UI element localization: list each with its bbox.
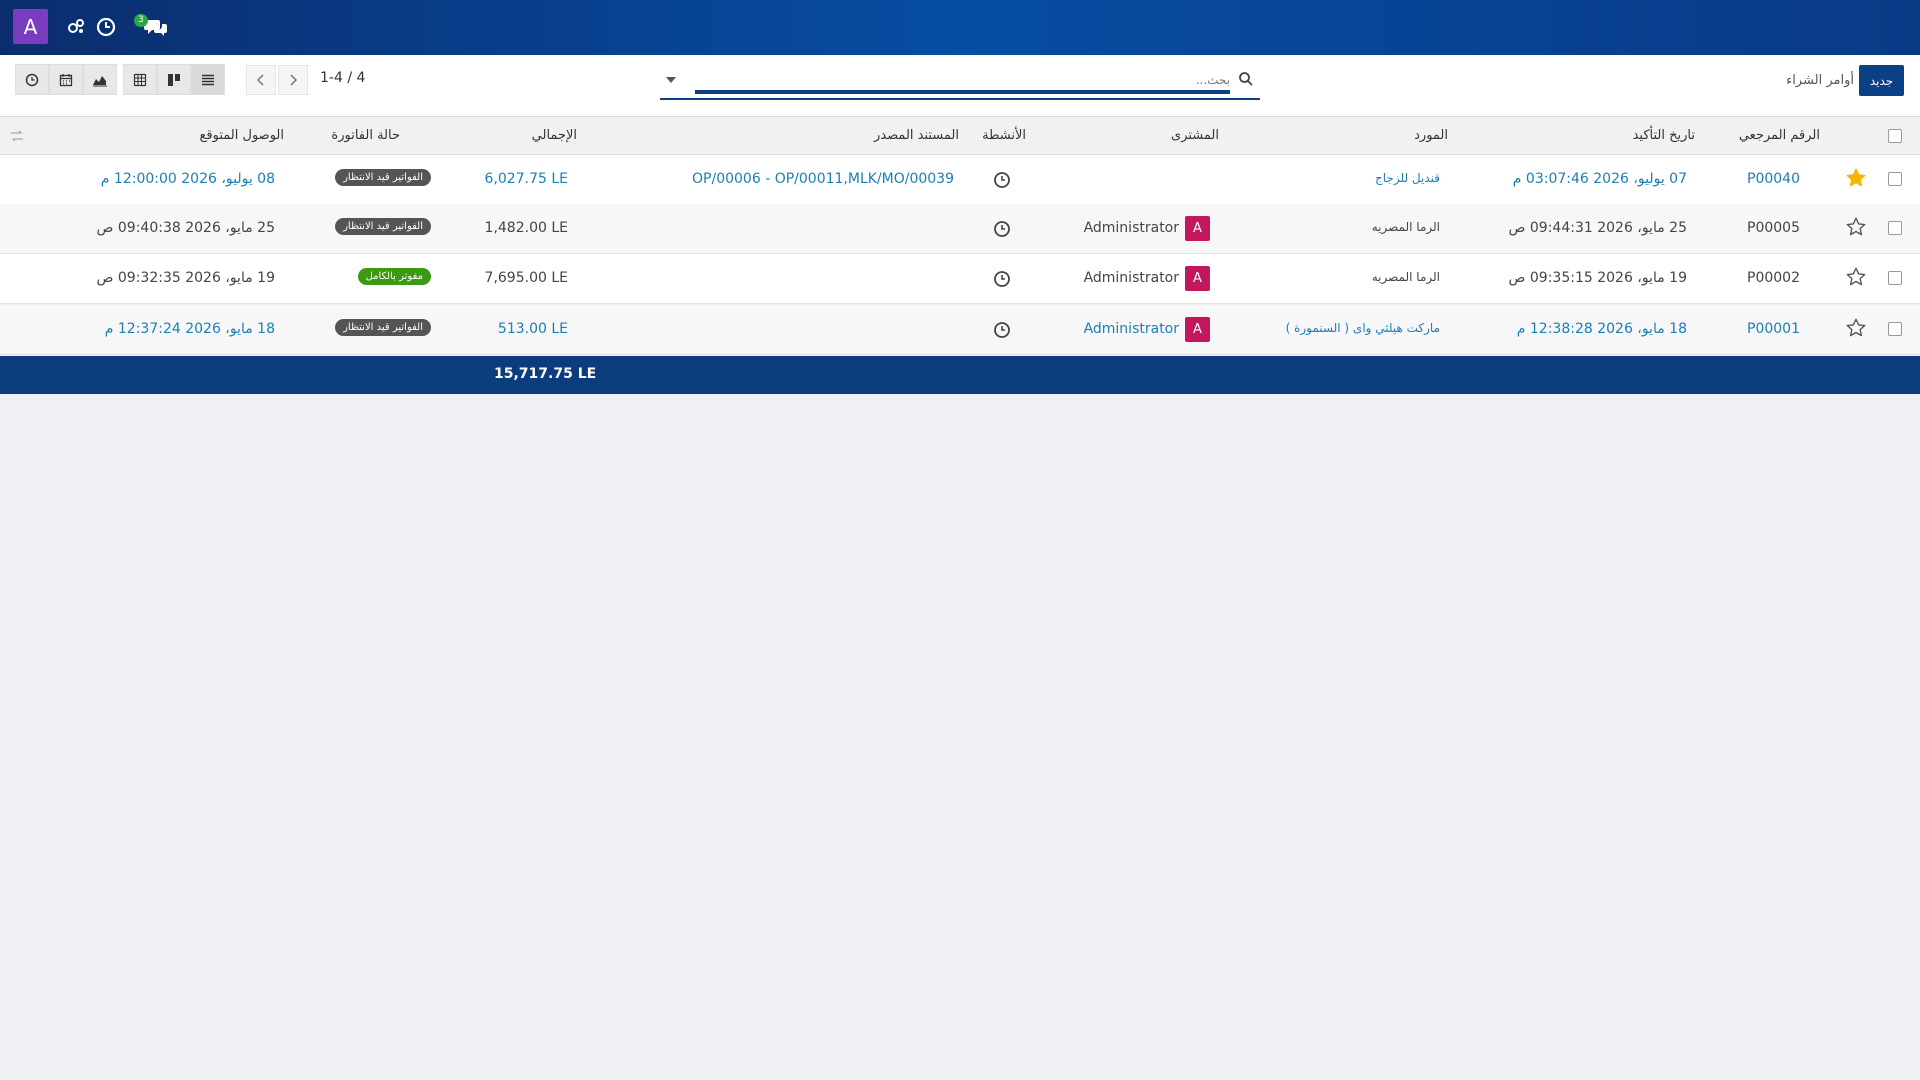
pager-previous-button[interactable]: [246, 65, 276, 95]
invoice-status-badge: مفوتر بالكامل: [357, 268, 431, 285]
row-checkbox[interactable]: [1888, 271, 1902, 285]
row-checkbox[interactable]: [1888, 172, 1902, 186]
row-vendor[interactable]: الرما المصريه: [1372, 220, 1440, 234]
top-navbar: A 3: [0, 0, 1920, 55]
pager-next-button[interactable]: [278, 65, 308, 95]
row-confirm-date: 19 مايو، 2026 09:35:15 ص: [1508, 270, 1687, 286]
star-filled-icon[interactable]: [1845, 167, 1867, 189]
invoice-status-badge: الفواتير قيد الانتظار: [335, 218, 431, 235]
view-activity-button[interactable]: [15, 64, 49, 95]
row-confirm-date: 25 مايو، 2026 09:44:31 ص: [1508, 220, 1687, 236]
star-outline-icon[interactable]: [1845, 266, 1867, 288]
calendar-icon: [59, 73, 73, 86]
search-input[interactable]: [830, 68, 1230, 92]
table-header: الرقم المرجعي تاريخ التأكيد المورد المشت…: [0, 117, 1920, 155]
row-checkbox[interactable]: [1888, 221, 1902, 235]
new-button[interactable]: جديد: [1859, 65, 1904, 96]
footer-total: 15,717.75 LE: [494, 366, 597, 382]
activity-clock-icon[interactable]: [993, 270, 1011, 288]
header-invoice-status[interactable]: حالة الفاتورة: [331, 128, 400, 143]
view-list-button[interactable]: [191, 64, 225, 95]
column-options-icon[interactable]: [10, 129, 24, 143]
row-vendor[interactable]: ماركت هيلثي واى ( السنمورة ): [1286, 321, 1440, 335]
header-buyer[interactable]: المشترى: [1171, 128, 1219, 143]
select-all-checkbox[interactable]: [1888, 129, 1902, 143]
header-ref[interactable]: الرقم المرجعي: [1739, 128, 1820, 143]
search-icon[interactable]: [1238, 71, 1254, 87]
row-total: 1,482.00 LE: [484, 220, 568, 236]
table-row[interactable]: P00040 07 يوليو، 2026 03:07:46 م قنديل للز…: [0, 155, 1920, 205]
row-source-document[interactable]: OP/00006 - OP/00011,MLK/MO/00039: [692, 171, 954, 187]
apps-switch-icon[interactable]: [66, 17, 86, 37]
row-expected-arrival: 19 مايو، 2026 09:32:35 ص: [96, 270, 275, 286]
row-vendor[interactable]: قنديل للزجاج: [1375, 171, 1440, 185]
activity-icon: [25, 73, 39, 86]
header-vendor[interactable]: المورد: [1414, 128, 1448, 143]
table-row[interactable]: P00001 18 مايو، 2026 12:38:28 م ماركت هيلث…: [0, 305, 1920, 355]
header-confirm-date[interactable]: تاريخ التأكيد: [1633, 128, 1695, 143]
view-pivot-button[interactable]: [123, 64, 157, 95]
table-footer: 15,717.75 LE: [0, 356, 1920, 394]
row-checkbox[interactable]: [1888, 322, 1902, 336]
row-confirm-date: 07 يوليو، 2026 03:07:46 م: [1512, 171, 1687, 187]
row-expected-arrival: 25 مايو، 2026 09:40:38 ص: [96, 220, 275, 236]
control-panel: جديد أوامر الشراء 1-4 / 4: [0, 55, 1920, 117]
header-activities[interactable]: الأنشطة: [982, 128, 1026, 143]
row-total: 513.00 LE: [497, 321, 568, 337]
header-total[interactable]: الإجمالي: [532, 128, 577, 143]
activity-clock-icon[interactable]: [993, 321, 1011, 339]
search-dropdown-toggle[interactable]: [666, 77, 676, 83]
row-buyer: Administrator: [1083, 220, 1179, 236]
star-outline-icon[interactable]: [1845, 216, 1867, 238]
star-outline-icon[interactable]: [1845, 317, 1867, 339]
chat-count-badge: 3: [134, 14, 148, 27]
header-source-document[interactable]: المستند المصدر: [874, 128, 959, 143]
chevron-left-icon: [256, 74, 264, 86]
table-row[interactable]: P00002 19 مايو، 2026 09:35:15 ص الرما المص…: [0, 254, 1920, 304]
view-calendar-button[interactable]: [49, 64, 83, 95]
buyer-avatar: A: [1185, 317, 1210, 342]
row-buyer: Administrator: [1083, 321, 1179, 337]
row-ref[interactable]: P00002: [1747, 270, 1800, 286]
breadcrumb: أوامر الشراء: [1786, 73, 1854, 88]
table-row[interactable]: P00005 25 مايو، 2026 09:44:31 ص الرما المص…: [0, 204, 1920, 254]
graph-icon: [93, 75, 107, 86]
invoice-status-badge: الفواتير قيد الانتظار: [335, 319, 431, 336]
search-bar: [660, 65, 1260, 100]
kanban-icon: [168, 73, 180, 86]
chevron-right-icon: [290, 74, 298, 86]
purchase-orders-table: الرقم المرجعي تاريخ التأكيد المورد المشت…: [0, 117, 1920, 1080]
activity-clock-icon[interactable]: [993, 171, 1011, 189]
clock-icon[interactable]: [96, 17, 116, 37]
pager-value[interactable]: 1-4 / 4: [320, 70, 365, 86]
row-ref[interactable]: P00040: [1747, 171, 1800, 187]
row-confirm-date: 18 مايو، 2026 12:38:28 م: [1516, 321, 1687, 337]
buyer-avatar: A: [1185, 216, 1210, 241]
buyer-avatar: A: [1185, 266, 1210, 291]
pivot-icon: [133, 73, 147, 86]
row-total: 6,027.75 LE: [484, 171, 568, 187]
view-graph-button[interactable]: [83, 64, 117, 95]
header-expected-arrival[interactable]: الوصول المتوقع: [200, 128, 284, 143]
view-kanban-button[interactable]: [157, 64, 191, 95]
list-icon: [202, 74, 214, 85]
user-avatar[interactable]: A: [13, 9, 48, 44]
row-total: 7,695.00 LE: [484, 270, 568, 286]
row-vendor[interactable]: الرما المصريه: [1372, 270, 1440, 284]
activity-clock-icon[interactable]: [993, 220, 1011, 238]
row-ref[interactable]: P00001: [1747, 321, 1800, 337]
row-buyer: Administrator: [1083, 270, 1179, 286]
row-ref[interactable]: P00005: [1747, 220, 1800, 236]
row-expected-arrival: 08 يوليو، 2026 12:00:00 م: [100, 171, 275, 187]
invoice-status-badge: الفواتير قيد الانتظار: [335, 169, 431, 186]
row-expected-arrival: 18 مايو، 2026 12:37:24 م: [104, 321, 275, 337]
